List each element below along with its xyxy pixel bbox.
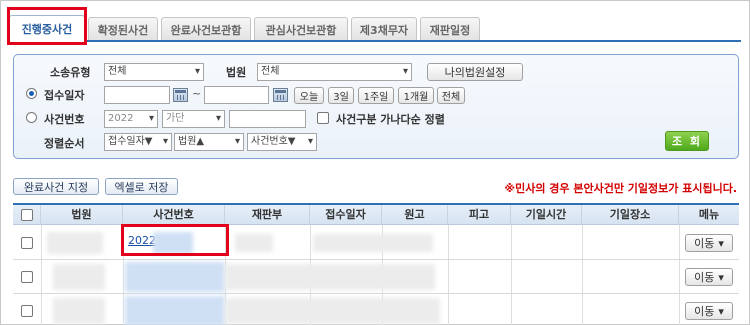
date-to-input[interactable]	[204, 86, 269, 104]
redacted-row-content	[225, 298, 440, 324]
case-number-link[interactable]: 2022	[128, 234, 156, 247]
header-hearing-place: 기일장소	[582, 205, 679, 225]
receipt-date-radio[interactable]	[26, 88, 37, 99]
redacted-case-number	[153, 232, 193, 254]
move-menu-button[interactable]: 이동 ▾	[685, 268, 733, 286]
window: 진행중사건 확정된사건 완료사건보관함 관심사건보관함 제3채무자 재판일정 소…	[0, 0, 750, 325]
header-checkbox-cell	[13, 205, 41, 225]
tab-bar: 진행중사건 확정된사건 완료사건보관함 관심사건보관함 제3채무자 재판일정	[9, 15, 480, 42]
tab-interest-box[interactable]: 관심사건보관함	[254, 17, 348, 41]
move-menu-button[interactable]: 이동 ▾	[685, 234, 733, 252]
header-menu: 메뉴	[698, 208, 720, 221]
case-year-select[interactable]: 2022	[104, 110, 158, 128]
redacted-case-number	[125, 262, 225, 292]
date-1week-button[interactable]: 1주일	[358, 87, 394, 104]
tab-trial-schedule[interactable]: 재판일정	[420, 17, 480, 41]
caret-down-icon: ▾	[718, 270, 724, 284]
notice-text: ※민사의 경우 본안사건만 기일정보가 표시됩니다.	[504, 182, 737, 195]
date-all-button[interactable]: 전체	[437, 87, 465, 104]
sort-third-select[interactable]: 사건번호▼	[247, 133, 317, 151]
case-number-radio[interactable]	[26, 112, 37, 123]
court-label: 법원	[226, 66, 247, 79]
table-row: 이동 ▾	[13, 294, 739, 325]
table-row: 이동 ▾	[13, 260, 739, 294]
header-bench: 재판부	[225, 205, 310, 225]
row-checkbox[interactable]	[21, 305, 33, 317]
move-label: 이동	[694, 305, 715, 318]
row-checkbox[interactable]	[21, 271, 33, 283]
date-today-button[interactable]: 오늘	[294, 87, 324, 104]
sort-order-label: 정렬순서	[44, 137, 85, 150]
case-sort-checkbox-label: 사건구분 가나다순 정렬	[336, 113, 445, 126]
redacted-court	[53, 298, 105, 324]
calendar-to-icon[interactable]	[273, 88, 288, 102]
complete-case-button[interactable]: 완료사건 지정	[13, 178, 99, 195]
court-select[interactable]: 전체	[257, 63, 412, 81]
case-sort-checkbox[interactable]	[317, 112, 329, 124]
tab-completed-box[interactable]: 완료사건보관함	[161, 17, 251, 41]
row-checkbox[interactable]	[21, 237, 33, 249]
redacted-case-number	[125, 296, 225, 325]
move-label: 이동	[694, 237, 715, 250]
redacted-bench	[235, 234, 273, 252]
header-receipt-date: 접수일자	[310, 205, 382, 225]
tab-third-debtor[interactable]: 제3채무자	[351, 17, 417, 41]
header-defendant: 피고	[448, 205, 511, 225]
date-1month-button[interactable]: 1개월	[398, 87, 434, 104]
case-serial-input[interactable]	[229, 110, 306, 128]
redacted-court	[53, 264, 105, 290]
move-label: 이동	[694, 271, 715, 284]
header-plaintiff: 원고	[382, 205, 448, 225]
tab-in-progress[interactable]: 진행중사건	[9, 15, 85, 42]
lookup-button[interactable]: 조 회	[665, 131, 709, 151]
table-header: 법원 사건번호 재판부 접수일자 원고 피고 기일시간 기일장소 메뉴	[13, 205, 739, 225]
table-row: 2022 이동 ▾	[13, 226, 739, 260]
move-menu-button[interactable]: 이동 ▾	[685, 302, 733, 320]
header-court: 법원	[41, 205, 123, 225]
case-type-select[interactable]: 전체	[104, 63, 204, 81]
date-range-separator: ~	[192, 87, 202, 100]
sort-second-select[interactable]: 법원▲	[174, 133, 244, 151]
tab-underline	[9, 40, 741, 42]
date-3days-button[interactable]: 3일	[328, 87, 354, 104]
header-case-number: 사건번호	[123, 205, 225, 225]
header-hearing-time: 기일시간	[511, 205, 582, 225]
case-type-label: 소송유형	[50, 66, 91, 79]
tab-confirmed[interactable]: 확정된사건	[88, 17, 158, 41]
redacted-date-plaintiff	[313, 234, 433, 252]
date-from-input[interactable]	[104, 86, 170, 104]
case-number-label: 사건번호	[44, 113, 85, 126]
caret-down-icon: ▾	[718, 236, 724, 250]
case-kind-select[interactable]: 가단	[162, 110, 225, 128]
redacted-row-content	[225, 264, 435, 290]
receipt-date-label: 접수일자	[44, 89, 85, 102]
redacted-court	[47, 232, 103, 254]
sort-first-select[interactable]: 접수일자▼	[104, 133, 172, 151]
caret-down-icon: ▾	[718, 304, 724, 318]
search-panel: 소송유형 전체 법원 전체 나의법원설정 접수일자 ~ 오늘 3일 1주일 1개…	[13, 54, 739, 159]
excel-export-button[interactable]: 엑셀로 저장	[105, 178, 178, 195]
my-court-settings-button[interactable]: 나의법원설정	[427, 63, 523, 81]
calendar-from-icon[interactable]	[173, 88, 188, 102]
case-table: 법원 사건번호 재판부 접수일자 원고 피고 기일시간 기일장소 메뉴 2022	[13, 203, 739, 325]
